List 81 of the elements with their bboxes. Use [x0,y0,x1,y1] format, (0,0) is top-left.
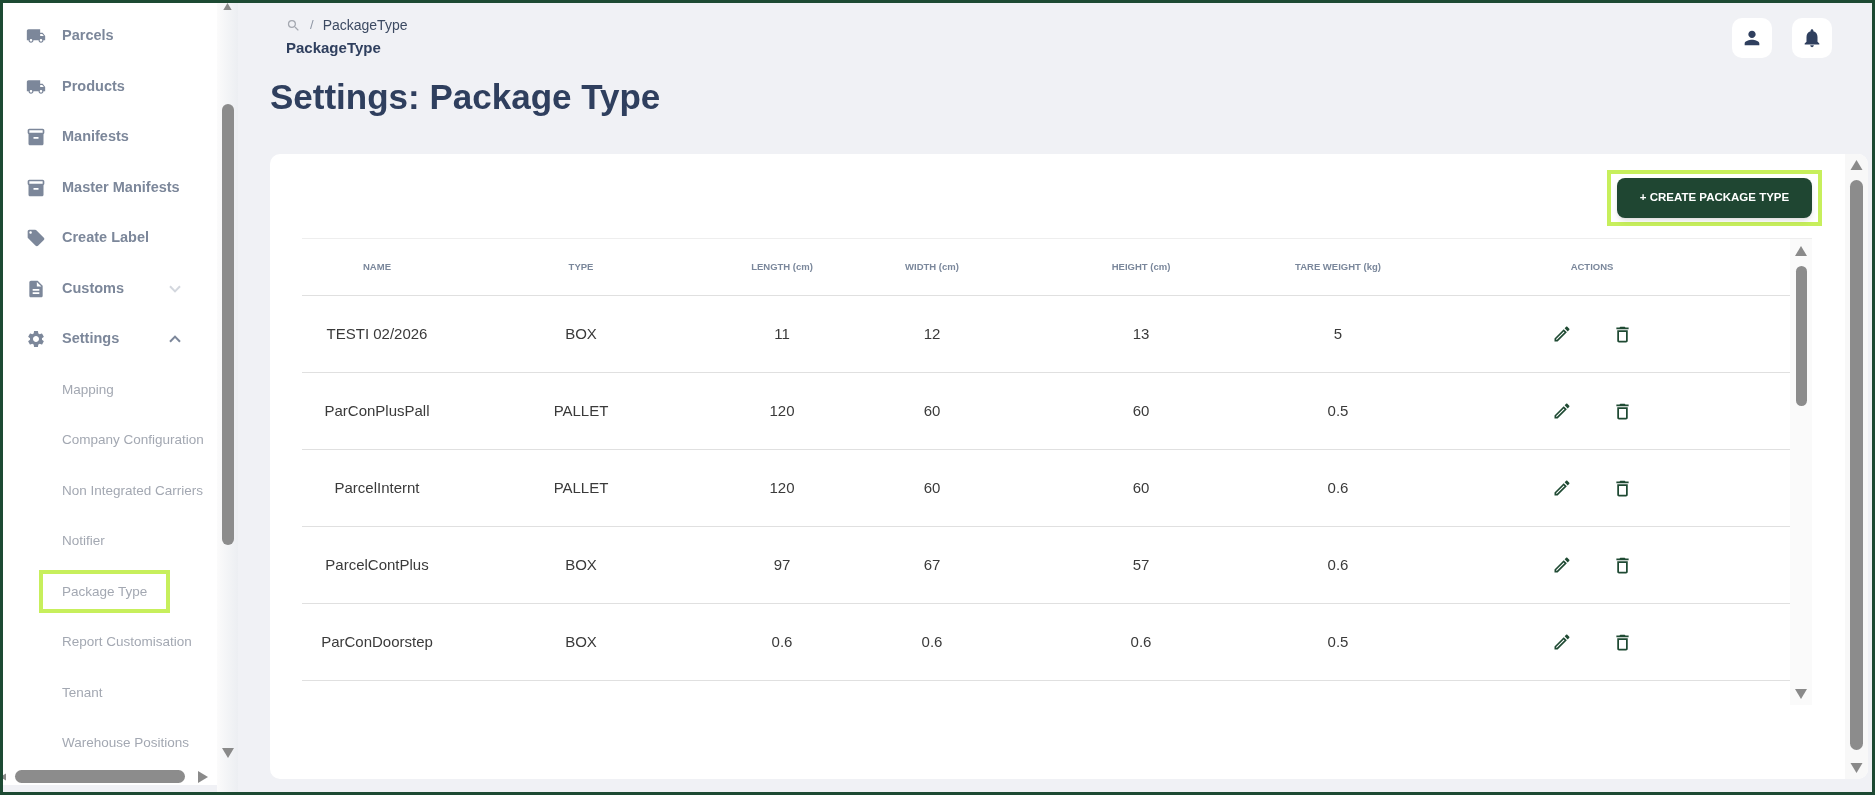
scroll-down-icon[interactable] [1850,763,1863,773]
column-header: TYPE [568,259,594,274]
scroll-right-icon[interactable] [198,770,208,783]
nav-subitem[interactable]: Notifier [59,526,108,557]
table-cell-text: 0.5 [1327,400,1349,421]
table-cell-text: 0.6 [1327,554,1349,575]
nav-subitem[interactable]: Company Configuration [59,425,207,456]
table-cell-text: 12 [923,323,941,344]
create-package-type-button[interactable]: + CREATE PACKAGE TYPE [1617,178,1812,218]
table-cell-text: 11 [774,323,790,344]
pencil-icon [1552,632,1572,652]
table-cell-text: 60 [1132,400,1150,421]
nav-item[interactable]: Manifests [3,112,217,163]
nav-item[interactable]: Parcels [3,11,217,62]
scrollbar-thumb[interactable] [1850,180,1863,750]
settings-icon [26,329,46,350]
table-cell-text: 60 [923,400,941,421]
tag-icon [26,228,46,249]
table-cell-text: ParcelContPlus [325,554,429,575]
pencil-icon [1552,555,1572,575]
table-cell-text: PALLET [553,477,609,498]
nav-subitem[interactable]: Tenant [59,677,106,708]
nav-subitem[interactable]: Mapping [59,374,117,405]
pencil-icon [1552,401,1572,421]
scroll-up-icon[interactable] [1850,160,1863,170]
pencil-icon [1552,478,1572,498]
table-cell-text: BOX [565,323,597,344]
table-cell-text: 0.6 [921,631,943,652]
column-header: ACTIONS [1570,259,1614,274]
nav-subitem[interactable]: Report Customisation [59,627,195,658]
table-cell-text: TESTI 02/2026 [326,323,428,344]
search-icon[interactable] [286,17,301,33]
archive-box-icon [26,127,46,148]
scroll-down-icon[interactable] [1795,689,1807,699]
breadcrumb-link[interactable]: PackageType [322,14,408,36]
archive-box-icon [26,177,46,198]
table-cell-text: ParConPlusPall [324,400,430,421]
table-cell-text: 0.6 [1130,631,1152,652]
table-cell-text: 57 [1132,554,1150,575]
nav-item[interactable]: Customs [3,263,217,314]
column-header: TARE WEIGHT (kg) [1295,259,1381,274]
breadcrumb-separator: / [310,16,314,35]
breadcrumb-current: PackageType [286,38,382,58]
nav-item[interactable]: Settings [3,314,217,365]
table-cell-text: 13 [1132,323,1150,344]
table-cell-text: 60 [1132,477,1150,498]
scrollbar-thumb[interactable] [1795,266,1807,406]
table-cell-text: 97 [773,554,791,575]
table-cell-text: ParcelInternt [334,477,420,498]
scroll-down-icon[interactable] [221,748,234,758]
column-header: HEIGHT (cm) [1111,259,1171,274]
document-icon [26,278,46,299]
table-cell-text: 60 [923,477,941,498]
scroll-up-icon[interactable] [1795,246,1807,256]
nav-item[interactable]: Master Manifests [3,162,217,213]
nav-subitem[interactable]: Warehouse Positions [59,728,193,759]
table-cell-text: BOX [565,554,597,575]
page-title: Settings: Package Type [270,76,661,118]
table-cell-text: 5 [1333,323,1343,344]
user-button[interactable] [1732,18,1772,58]
table-cell-text: 0.6 [771,631,793,652]
column-header: LENGTH (cm) [751,259,813,274]
nav-subitem[interactable]: Package Type [39,570,171,614]
column-header: WIDTH (cm) [905,259,959,274]
table-cell-text: 0.5 [1327,631,1349,652]
scroll-up-icon[interactable] [222,3,233,10]
table-cell-text: PALLET [553,400,609,421]
pencil-icon [1552,324,1572,344]
table-cell-text: 120 [769,477,795,498]
table-cell-text: BOX [565,631,597,652]
table-cell-text: 120 [769,400,795,421]
column-header: NAME [363,259,391,274]
nav-subitem[interactable]: Non Integrated Carriers [59,475,207,506]
nav-item[interactable]: Products [3,61,217,112]
table-cell-text: 67 [923,554,941,575]
table-cell-text: 0.6 [1327,477,1349,498]
notifications-button[interactable] [1792,18,1832,58]
scrollbar-thumb[interactable] [221,104,234,545]
nav-item[interactable]: Create Label [3,213,217,264]
table-cell-text: ParConDoorstep [321,631,433,652]
scrollbar-thumb[interactable] [15,770,185,784]
